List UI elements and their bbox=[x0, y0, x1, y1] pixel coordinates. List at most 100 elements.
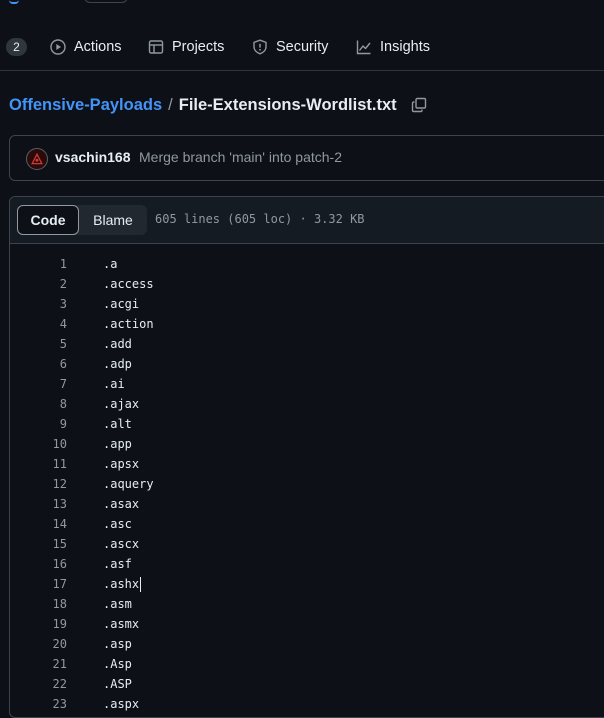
tab-security[interactable]: Security bbox=[252, 34, 328, 60]
code-line[interactable]: 16 .asf bbox=[10, 554, 604, 574]
play-circle-icon bbox=[50, 39, 66, 55]
copy-icon bbox=[411, 97, 426, 113]
line-number[interactable]: 23 bbox=[10, 694, 67, 714]
line-content: .aspx bbox=[103, 697, 140, 711]
latest-commit-box: vsachin168 Merge branch 'main' into patc… bbox=[9, 135, 604, 181]
code-lines[interactable]: 1 .a 2 .access 3 .acgi 4 .action 5 .add 6 .adp 7 .ai 8… bbox=[10, 254, 604, 714]
code-line[interactable]: 20 .asp bbox=[10, 634, 604, 654]
code-line[interactable]: 11 .apsx bbox=[10, 454, 604, 474]
line-content: .adp bbox=[103, 357, 132, 371]
code-view-button[interactable]: Code bbox=[17, 205, 79, 235]
breadcrumb-separator: / bbox=[168, 95, 173, 114]
line-number[interactable]: 2 bbox=[10, 274, 67, 294]
graph-icon bbox=[356, 40, 371, 55]
line-content: .ai bbox=[103, 377, 125, 391]
line-number[interactable]: 15 bbox=[10, 534, 67, 554]
code-line[interactable]: 8 .ajax bbox=[10, 394, 604, 414]
code-line[interactable]: 12 .aquery bbox=[10, 474, 604, 494]
code-line[interactable]: 13 .asax bbox=[10, 494, 604, 514]
line-number[interactable]: 20 bbox=[10, 634, 67, 654]
code-line[interactable]: 23 .aspx bbox=[10, 694, 604, 714]
code-line[interactable]: 21 .Asp bbox=[10, 654, 604, 674]
line-content: .alt bbox=[103, 417, 132, 431]
code-line[interactable]: 18 .asm bbox=[10, 594, 604, 614]
code-line[interactable]: 19 .asmx bbox=[10, 614, 604, 634]
copy-path-button[interactable] bbox=[411, 97, 427, 113]
line-number[interactable]: 12 bbox=[10, 474, 67, 494]
commit-author-link[interactable]: vsachin168 bbox=[55, 149, 131, 165]
line-content: .asc bbox=[103, 517, 132, 531]
code-line[interactable]: 22 .ASP bbox=[10, 674, 604, 694]
avatar-image-icon bbox=[31, 153, 43, 165]
line-content: .asp bbox=[103, 637, 132, 651]
line-number[interactable]: 11 bbox=[10, 454, 67, 474]
line-number[interactable]: 16 bbox=[10, 554, 67, 574]
line-content: .add bbox=[103, 337, 132, 351]
breadcrumb: Offensive-Payloads / File-Extensions-Wor… bbox=[9, 94, 427, 116]
line-content: .ashx bbox=[103, 577, 142, 592]
code-line[interactable]: 6 .adp bbox=[10, 354, 604, 374]
line-number[interactable]: 7 bbox=[10, 374, 67, 394]
file-meta-info: 605 lines (605 loc) · 3.32 KB bbox=[155, 212, 365, 226]
code-line[interactable]: 7 .ai bbox=[10, 374, 604, 394]
line-number[interactable]: 3 bbox=[10, 294, 67, 314]
file-viewer: Code Blame 605 lines (605 loc) · 3.32 KB… bbox=[9, 196, 604, 718]
tab-security-label: Security bbox=[276, 39, 329, 55]
line-content: .action bbox=[103, 317, 154, 331]
code-line[interactable]: 14 .asc bbox=[10, 514, 604, 534]
breadcrumb-repo-link[interactable]: Offensive-Payloads bbox=[9, 96, 162, 115]
code-line[interactable]: 2 .access bbox=[10, 274, 604, 294]
cut-off-pill bbox=[84, 0, 128, 3]
code-line[interactable]: 17 .ashx bbox=[10, 574, 604, 594]
commit-message-link[interactable]: Merge branch 'main' into patch-2 bbox=[139, 149, 342, 165]
breadcrumb-file-name: File-Extensions-Wordlist.txt bbox=[178, 95, 397, 114]
line-number[interactable]: 21 bbox=[10, 654, 67, 674]
line-number[interactable]: 4 bbox=[10, 314, 67, 334]
line-number[interactable]: 8 bbox=[10, 394, 67, 414]
repo-nav-tabs: 2 Actions Projects Security Insights bbox=[0, 24, 604, 71]
line-number[interactable]: 1 bbox=[10, 254, 67, 274]
line-number[interactable]: 13 bbox=[10, 494, 67, 514]
line-content: .access bbox=[103, 277, 154, 291]
line-number[interactable]: 9 bbox=[10, 414, 67, 434]
line-content: .ajax bbox=[103, 397, 140, 411]
line-content: .ascx bbox=[103, 537, 140, 551]
line-content: .asm bbox=[103, 597, 132, 611]
blame-view-button[interactable]: Blame bbox=[81, 206, 145, 234]
tab-counter-badge: 2 bbox=[6, 38, 27, 56]
line-number[interactable]: 10 bbox=[10, 434, 67, 454]
line-number[interactable]: 5 bbox=[10, 334, 67, 354]
line-number[interactable]: 14 bbox=[10, 514, 67, 534]
line-content: .apsx bbox=[103, 457, 140, 471]
code-line[interactable]: 4 .action bbox=[10, 314, 604, 334]
line-content: .acgi bbox=[103, 297, 140, 311]
text-cursor bbox=[140, 577, 142, 592]
tab-insights[interactable]: Insights bbox=[356, 34, 430, 60]
tab-actions-label: Actions bbox=[74, 39, 122, 55]
top-strip bbox=[0, 0, 604, 6]
line-content: .asax bbox=[103, 497, 140, 511]
code-line[interactable]: 9 .alt bbox=[10, 414, 604, 434]
cut-off-text bbox=[9, 0, 19, 4]
code-line[interactable]: 15 .ascx bbox=[10, 534, 604, 554]
line-content: .a bbox=[103, 257, 118, 271]
code-line[interactable]: 5 .add bbox=[10, 334, 604, 354]
line-content: .app bbox=[103, 437, 132, 451]
line-number[interactable]: 17 bbox=[10, 574, 67, 594]
tab-projects[interactable]: Projects bbox=[148, 34, 224, 60]
tab-insights-label: Insights bbox=[380, 39, 430, 55]
file-viewer-header: Code Blame 605 lines (605 loc) · 3.32 KB bbox=[10, 197, 604, 244]
code-line[interactable]: 3 .acgi bbox=[10, 294, 604, 314]
line-number[interactable]: 18 bbox=[10, 594, 67, 614]
code-line[interactable]: 1 .a bbox=[10, 254, 604, 274]
line-number[interactable]: 19 bbox=[10, 614, 67, 634]
code-line[interactable]: 10 .app bbox=[10, 434, 604, 454]
line-content: .asmx bbox=[103, 617, 140, 631]
line-number[interactable]: 6 bbox=[10, 354, 67, 374]
view-mode-toggle: Code Blame bbox=[17, 205, 147, 235]
table-icon bbox=[148, 40, 164, 54]
avatar[interactable] bbox=[26, 148, 48, 170]
tab-actions[interactable]: Actions bbox=[50, 34, 122, 60]
line-content: .asf bbox=[103, 557, 132, 571]
line-number[interactable]: 22 bbox=[10, 674, 67, 694]
